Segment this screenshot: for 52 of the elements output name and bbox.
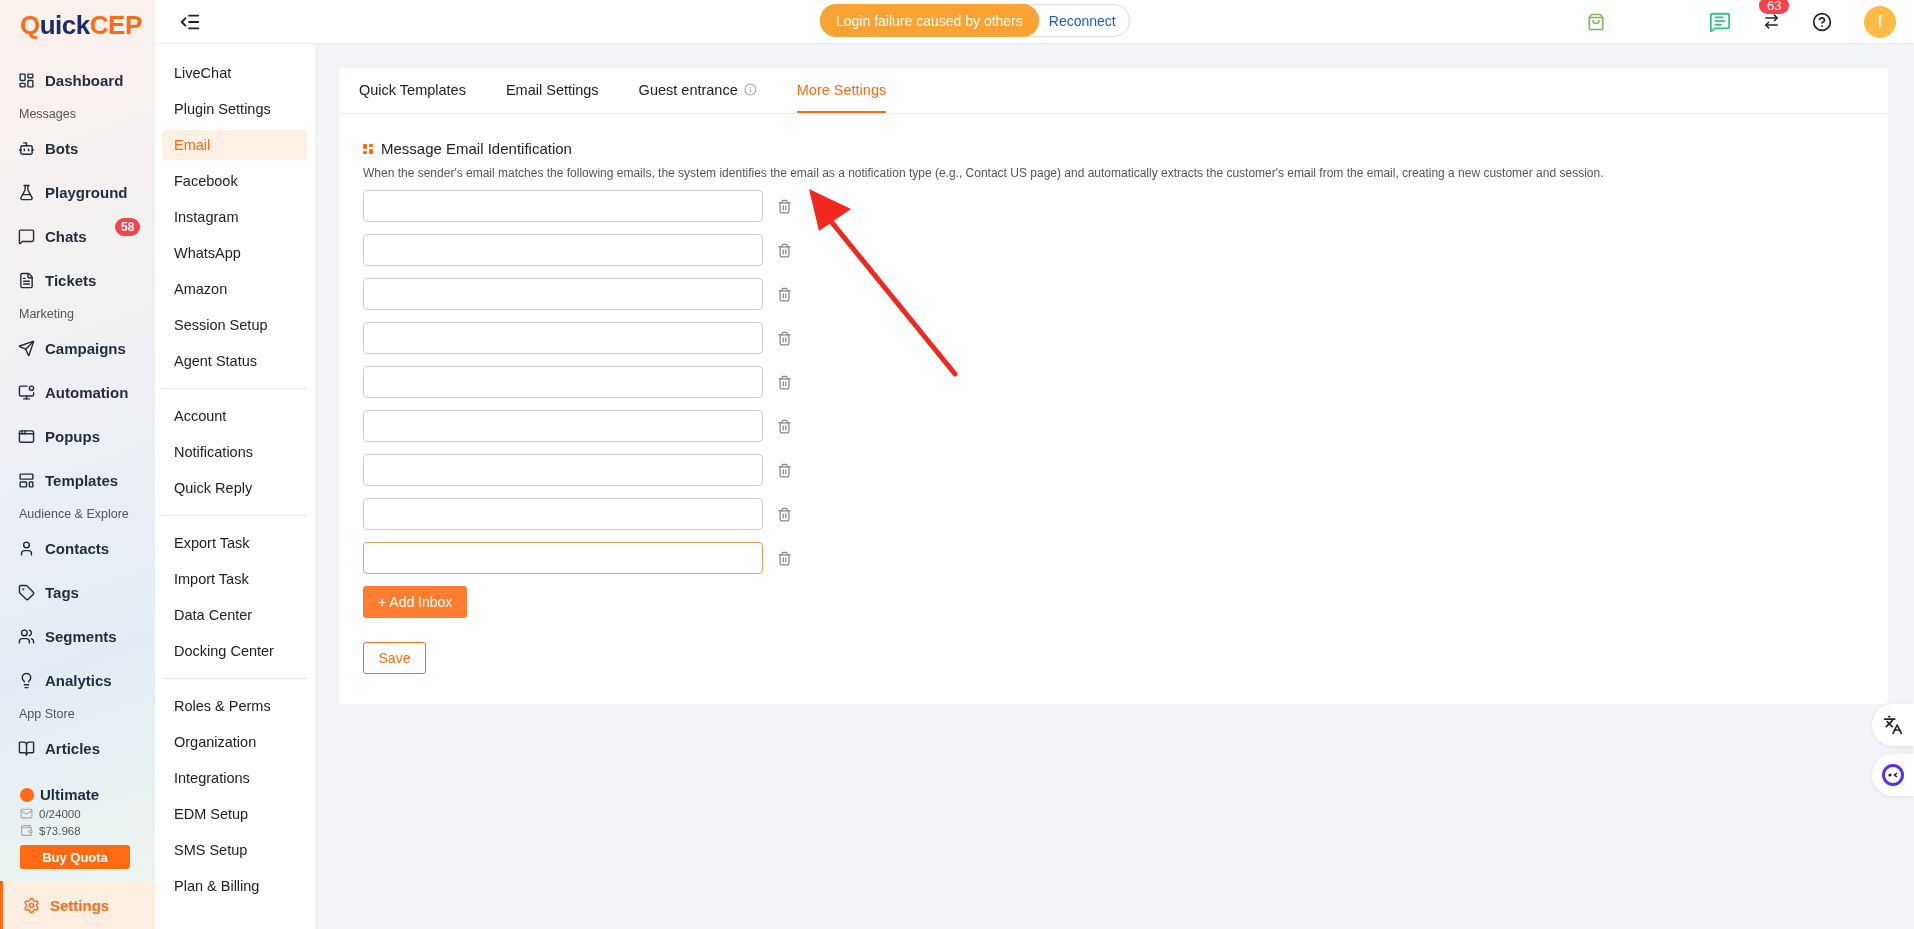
nav-item[interactable]: Segments [0,614,155,658]
nav-section-label: Marketing [18,306,75,323]
settings-menu-item[interactable]: Plan & Billing [162,871,307,901]
tab[interactable]: Quick Templates [359,68,466,113]
nav-item[interactable]: Automation [0,370,155,414]
unread-badge: 58 [115,218,141,236]
settings-menu-item[interactable]: Roles & Perms [162,691,307,721]
settings-menu-item[interactable]: Data Center [162,600,307,630]
tab[interactable]: Email Settings [505,68,599,113]
login-failure-status: Login failure caused by others [820,4,1039,37]
nav-item[interactable]: Articles [0,726,155,770]
settings-menu-item[interactable]: SMS Setup [162,835,307,865]
nav-item[interactable]: Tickets [0,258,155,302]
settings-menu-item[interactable]: WhatsApp [162,238,307,268]
nav-item[interactable]: Contacts [0,526,155,570]
settings-menu-item[interactable]: Plugin Settings [162,94,307,124]
tab[interactable]: Guest entrance [638,68,757,113]
notification-badge: 63 [1759,0,1790,14]
email-quota: 0/24000 [39,807,81,820]
nav-section-label: Messages [18,106,77,123]
nav-item[interactable]: Tags [0,570,155,614]
settings-menu-item[interactable]: Agent Status [162,346,307,376]
section-title: Message Email Identification [381,140,572,157]
nav-section-label: App Store [18,706,76,723]
nav-item[interactable]: Analytics [0,658,155,702]
nav-item[interactable]: Bots [0,126,155,170]
nav-item[interactable]: Campaigns [0,326,155,370]
nav-item[interactable]: Templates [0,458,155,502]
balance: $73.968 [39,824,81,837]
settings-menu-item[interactable]: Quick Reply [162,473,307,503]
nav-item[interactable]: Popups [0,414,155,458]
settings-menu-item[interactable]: Amazon [162,274,307,304]
settings-menu-item[interactable]: Integrations [162,763,307,793]
settings-menu-item[interactable]: EDM Setup [162,799,307,829]
settings-menu-item[interactable]: Account [162,401,307,431]
reconnect-link[interactable]: Reconnect [1038,12,1129,29]
settings-menu-item[interactable]: Facebook [162,166,307,196]
settings-menu-item[interactable]: Import Task [162,564,307,594]
nav-item[interactable]: Playground [0,170,155,214]
settings-menu-item[interactable]: Docking Center [162,636,307,666]
settings-menu-item[interactable]: Session Setup [162,310,307,340]
nav-item[interactable]: Chats 58 [0,214,155,258]
nav-section-label: Audience & Explore [18,506,130,523]
nav-item[interactable]: Dashboard [0,58,155,102]
logo: QuickCEP [19,9,143,42]
settings-menu-item[interactable]: Notifications [162,437,307,467]
settings-menu-item[interactable]: LiveChat [162,58,307,88]
settings-menu-item[interactable]: Export Task [162,528,307,558]
section-description: When the sender's email matches the following emails, the system identifies the email as a notification type (e.g., Contact US page) and automatically extracts the customer's email from the email, creating a new customer and session. [363,166,1605,180]
settings-menu-item[interactable]: Instagram [162,202,307,232]
plan-name: Ultimate [40,786,100,803]
settings-menu-item[interactable]: Organization [162,727,307,757]
